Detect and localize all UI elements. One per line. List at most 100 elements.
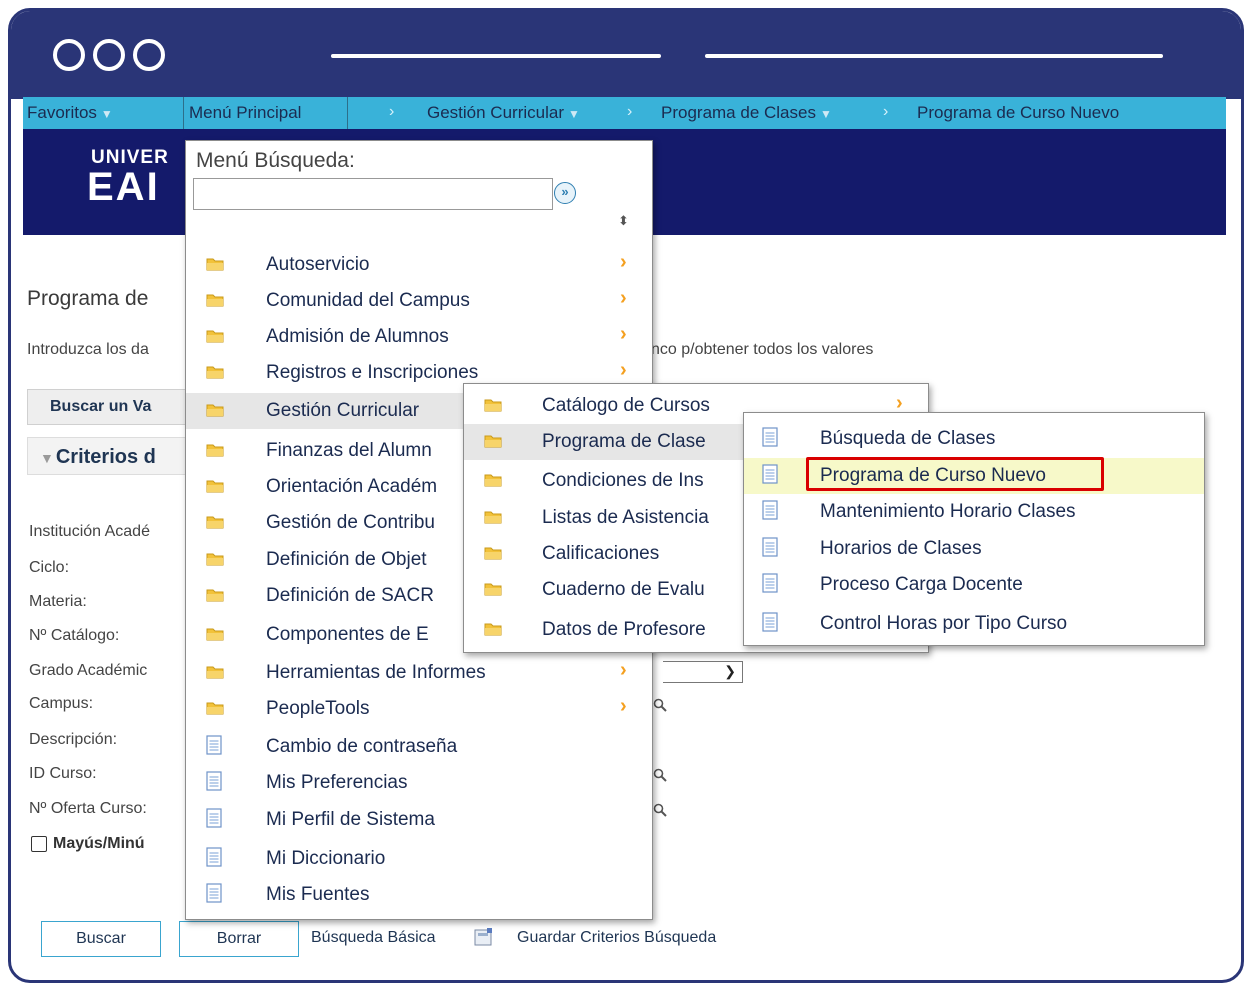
field-label-materia: Materia:	[29, 593, 87, 610]
menu-item[interactable]: Herramientas de Informes ›	[186, 655, 652, 691]
chevron-right-icon: ›	[620, 695, 627, 717]
folder-icon	[206, 444, 224, 457]
document-icon	[762, 500, 778, 520]
university-logo-mark: EAI	[87, 165, 160, 209]
document-icon	[206, 847, 222, 867]
menu-item-label: Calificaciones	[542, 543, 660, 564]
field-label-ciclo: Ciclo:	[29, 559, 70, 576]
document-icon	[762, 612, 778, 632]
menu-item-label: Definición de SACR	[266, 585, 434, 606]
menu-item[interactable]: Horarios de Clases	[744, 531, 1204, 567]
folder-icon	[206, 366, 224, 379]
field-label-id-curso: ID Curso:	[29, 765, 97, 782]
folder-icon	[206, 666, 224, 679]
menu-item[interactable]: Mi Perfil de Sistema	[186, 802, 652, 838]
menu-item-label: Gestión de Contribu	[266, 512, 435, 533]
menu-search-input[interactable]	[193, 178, 553, 210]
menu-search-go-button[interactable]: »	[554, 182, 576, 204]
menu-item-label: Cuaderno de Evalu	[542, 579, 705, 600]
menu-item[interactable]: Comunidad del Campus ›	[186, 283, 652, 319]
highlight-box	[806, 457, 1104, 491]
nav-menu-principal[interactable]: Menú Principal	[189, 103, 301, 123]
chevron-right-icon: ›	[620, 251, 627, 273]
menu-item-label: Mis Fuentes	[266, 884, 370, 905]
field-label-campus: Campus:	[29, 695, 94, 712]
menu-item[interactable]: Control Horas por Tipo Curso	[744, 606, 1204, 642]
save-search-icon[interactable]	[474, 927, 494, 947]
menu-item-label: Mi Perfil de Sistema	[266, 809, 435, 830]
menu-item[interactable]: Mis Fuentes	[186, 877, 652, 913]
window-titlebar	[11, 11, 1241, 99]
menu-item[interactable]: Mis Preferencias	[186, 765, 652, 801]
menu-search-label: Menú Búsqueda:	[196, 149, 355, 172]
nav-programa-clases[interactable]: Programa de Clases ▼	[661, 103, 832, 123]
folder-icon	[206, 404, 224, 417]
folder-icon	[206, 294, 224, 307]
menu-item-label: Comunidad del Campus	[266, 290, 470, 311]
menu-item-label: Catálogo de Cursos	[542, 395, 710, 416]
document-icon	[206, 883, 222, 903]
window-dot-3	[133, 39, 165, 71]
menu-item-label: Registros e Inscripciones	[266, 362, 479, 383]
titlebar-line-2	[705, 54, 1163, 58]
nav-separator: ›	[389, 103, 395, 120]
menu-item[interactable]: Cambio de contraseña	[186, 729, 652, 765]
menu-item-label: Herramientas de Informes	[266, 662, 486, 683]
document-icon	[762, 573, 778, 593]
lookup-search-icon[interactable]	[653, 698, 667, 712]
folder-icon	[484, 511, 502, 524]
nav-separator: ›	[627, 103, 633, 120]
nav-programa-curso-nuevo[interactable]: Programa de Curso Nuevo	[917, 103, 1119, 123]
window-dot-1	[53, 39, 85, 71]
menu-item[interactable]: Mantenimiento Horario Clases	[744, 494, 1204, 530]
chevron-right-icon: ›	[620, 359, 627, 381]
folder-icon	[206, 553, 224, 566]
menu-item-label: Mi Diccionario	[266, 848, 386, 869]
field-label-catalogo: Nº Catálogo:	[29, 627, 120, 644]
field-label-grado: Grado Académic	[29, 662, 148, 679]
lookup-search-icon[interactable]	[653, 768, 667, 782]
menu-item-label: Búsqueda de Clases	[820, 428, 996, 449]
menu-item-label: Cambio de contraseña	[266, 736, 458, 757]
nav-gestion-curricular[interactable]: Gestión Curricular ▼	[427, 103, 580, 123]
menu-item[interactable]: PeopleTools ›	[186, 691, 652, 727]
breadcrumb: Favoritos ▼ Menú Principal › Gestión Curr…	[23, 97, 1226, 129]
folder-icon	[484, 435, 502, 448]
document-icon	[762, 537, 778, 557]
scroll-arrows-icon: ⬍	[618, 213, 629, 228]
instructions-text-right: nco p/obtener todos los valores	[651, 341, 874, 358]
chevron-right-icon: ›	[620, 323, 627, 345]
document-icon	[206, 735, 222, 755]
menu-item[interactable]: Búsqueda de Clases	[744, 421, 1204, 457]
menu-item-label: Control Horas por Tipo Curso	[820, 613, 1068, 634]
menu-item[interactable]: Admisión de Alumnos ›	[186, 319, 652, 355]
field-label-institucion: Institución Acadé	[29, 523, 150, 540]
folder-icon	[484, 474, 502, 487]
case-sensitive-checkbox[interactable]	[31, 836, 47, 852]
menu-item-label: Definición de Objet	[266, 549, 427, 570]
nav-favoritos[interactable]: Favoritos ▼	[27, 103, 113, 123]
chevron-right-icon: ›	[620, 287, 627, 309]
menu-item[interactable]: Mi Diccionario	[186, 841, 652, 877]
folder-icon	[484, 623, 502, 636]
guardar-criterios-link[interactable]: Guardar Criterios Búsqueda	[517, 929, 716, 947]
instructions-text: Introduzca los da	[27, 341, 149, 358]
case-sensitive-label: Mayús/Minú	[53, 835, 145, 852]
busqueda-basica-link[interactable]: Búsqueda Básica	[311, 929, 436, 947]
lookup-search-icon[interactable]	[653, 803, 667, 817]
menu-item[interactable]: Proceso Carga Docente	[744, 567, 1204, 603]
menu-item-label: Mis Preferencias	[266, 772, 408, 793]
menu-item-label: Condiciones de Ins	[542, 470, 704, 491]
page-title: Programa de	[27, 287, 149, 310]
grado-select[interactable]: ❯	[663, 661, 743, 683]
menu-item[interactable]: Autoservicio ›	[186, 247, 652, 283]
buscar-button[interactable]: Buscar	[41, 921, 161, 957]
menu-item-label: Autoservicio	[266, 254, 370, 275]
menu-item-label: Programa de Clase	[542, 431, 706, 452]
field-label-descripcion: Descripción:	[29, 731, 118, 748]
titlebar-line-1	[331, 54, 661, 58]
menu-item-label: Admisión de Alumnos	[266, 326, 449, 347]
folder-icon	[206, 258, 224, 271]
document-icon	[206, 808, 222, 828]
borrar-button[interactable]: Borrar	[179, 921, 299, 957]
